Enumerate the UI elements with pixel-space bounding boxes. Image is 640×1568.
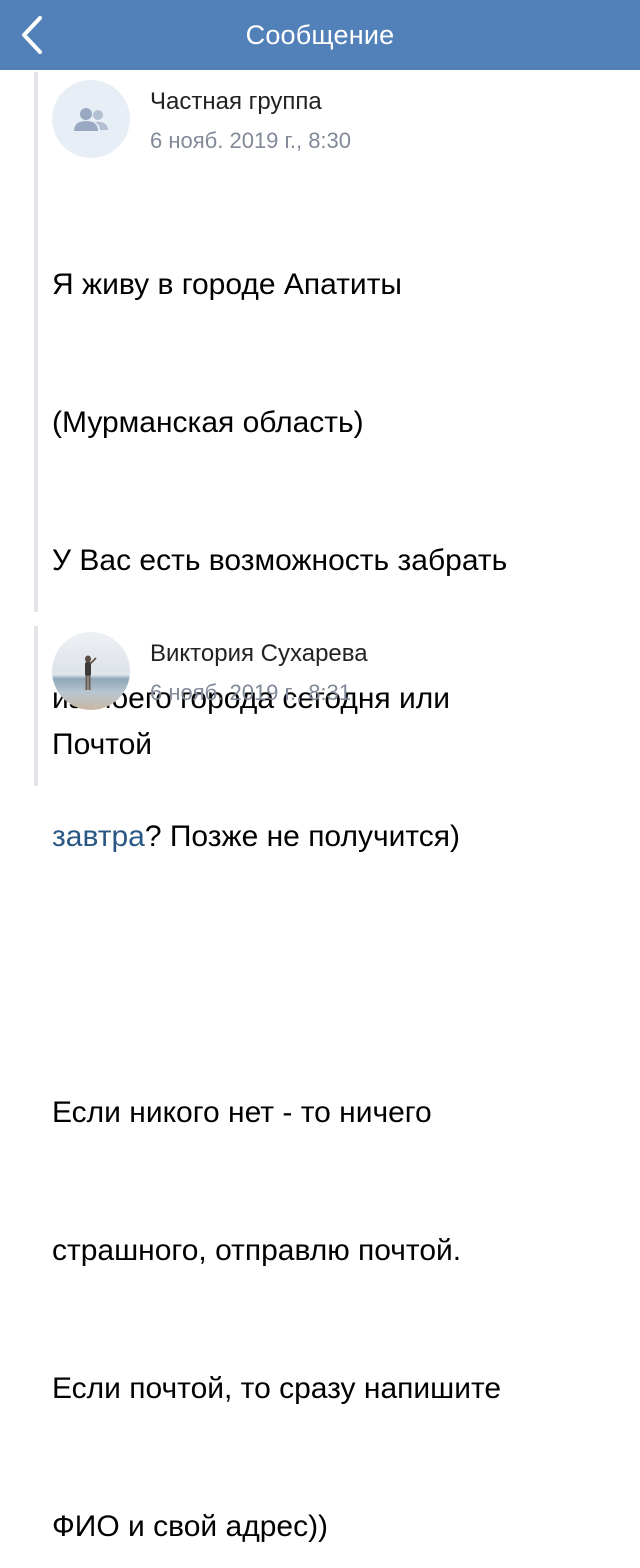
message-text: Я живу в городе Апатиты (Мурманская обла…: [52, 170, 622, 1568]
thread-line: [34, 72, 38, 612]
avatar[interactable]: [52, 632, 130, 710]
text-fragment: ? Позже не получится): [144, 820, 460, 853]
author-name[interactable]: Частная группа: [150, 88, 322, 116]
back-button[interactable]: [14, 8, 50, 62]
page-title: Сообщение: [245, 19, 395, 50]
group-users-icon: [74, 108, 108, 131]
text-line: страшного, отправлю почтой.: [52, 1234, 462, 1267]
avatar[interactable]: [52, 80, 130, 158]
text-line: Если никого нет - то ничего: [52, 1096, 432, 1129]
text-line: завтра? Позже не получится): [52, 814, 622, 860]
author-name[interactable]: Виктория Сухарева: [150, 640, 368, 668]
text-line: Я живу в городе Апатиты: [52, 268, 402, 301]
message-date: 6 нояб. 2019 г., 8:31: [150, 680, 352, 705]
navigation-bar: Сообщение: [0, 0, 640, 70]
text-line: (Мурманская область): [52, 406, 364, 439]
message-text: Почтой: [52, 728, 153, 761]
text-line-empty: [52, 952, 622, 998]
text-line: У Вас есть возможность забрать: [52, 544, 508, 577]
user-photo-avatar: [52, 632, 130, 710]
text-line: ФИО и свой адрес)): [52, 1510, 329, 1543]
thread-line: [34, 626, 38, 786]
date-link[interactable]: завтра: [52, 820, 145, 853]
text-line: Если почтой, то сразу напишите: [52, 1372, 502, 1405]
chevron-left-icon: [22, 16, 42, 54]
message-date: 6 нояб. 2019 г., 8:30: [150, 128, 352, 153]
